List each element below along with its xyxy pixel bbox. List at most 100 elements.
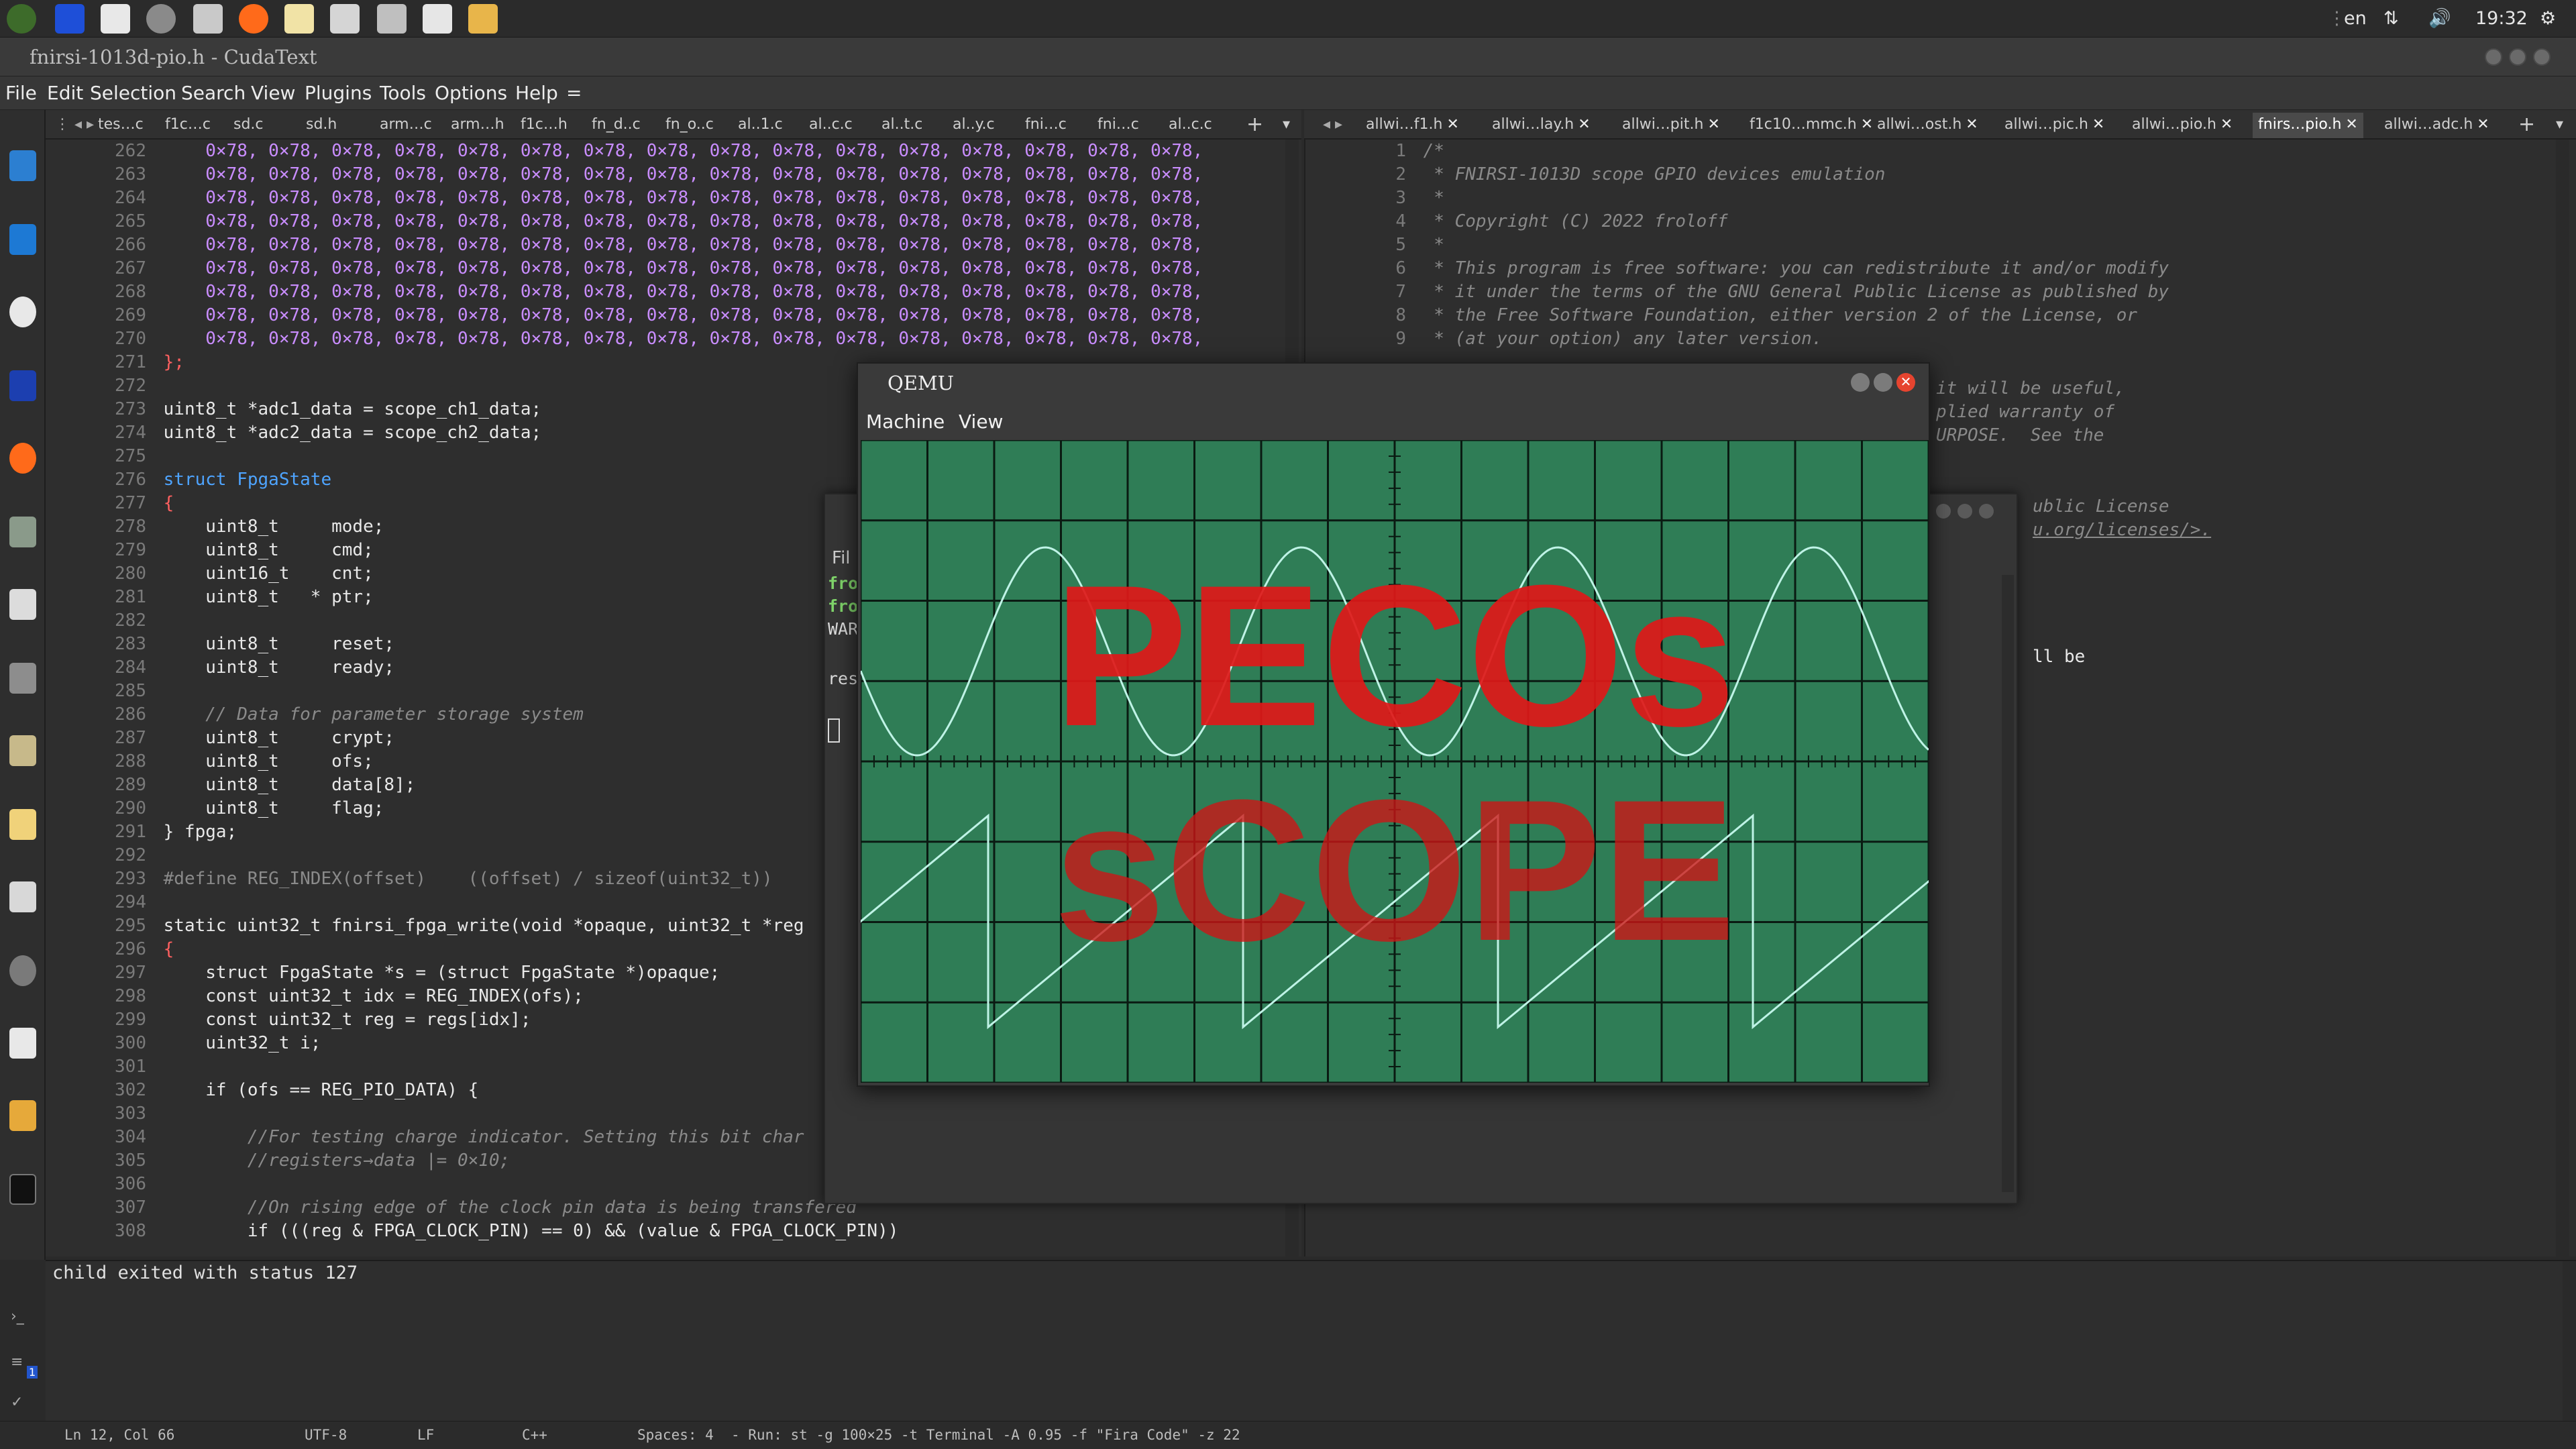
- close-button[interactable]: [1979, 504, 1994, 519]
- close-icon[interactable]: ✕: [1578, 116, 1590, 133]
- firefox-icon[interactable]: [5, 433, 40, 487]
- help-icon[interactable]: [5, 946, 40, 1000]
- tab-menu-icon[interactable]: ⋮ ◂ ▸: [50, 113, 99, 138]
- status-eol[interactable]: LF: [417, 1427, 434, 1443]
- archive-icon[interactable]: [468, 4, 498, 34]
- code-line[interactable]: 306: [46, 1173, 164, 1196]
- chevron-down-icon[interactable]: ▾: [1277, 113, 1295, 138]
- bg-scrollbar[interactable]: [2002, 575, 2014, 1192]
- panel-scrollbar[interactable]: [2563, 1261, 2576, 1426]
- menu-file[interactable]: File: [5, 82, 37, 104]
- code-line[interactable]: 7 * it under the terms of the GNU Genera…: [1305, 280, 2169, 304]
- code-line[interactable]: 308 if (((reg & FPGA_CLOCK_PIN) == 0) &&…: [46, 1220, 898, 1243]
- code-line[interactable]: 279 uint8_t cmd;: [46, 539, 374, 562]
- pdf-icon[interactable]: [101, 4, 130, 34]
- output-panel[interactable]: child exited with status 127: [46, 1260, 2576, 1426]
- code-line[interactable]: 288 uint8_t ofs;: [46, 750, 374, 773]
- minimize-button[interactable]: [1936, 504, 1951, 519]
- calendar-icon[interactable]: [55, 4, 85, 34]
- code-line[interactable]: 4 * Copyright (C) 2022 froloff: [1305, 210, 1727, 233]
- menu-help[interactable]: Help: [515, 82, 558, 104]
- pdf-icon[interactable]: [5, 1018, 40, 1072]
- tab-left[interactable]: arm…h: [445, 113, 510, 138]
- close-icon[interactable]: ✕: [2092, 116, 2104, 133]
- menu-edit[interactable]: Edit: [47, 82, 83, 104]
- code-line[interactable]: 296 {: [46, 938, 174, 961]
- calculator-icon[interactable]: [5, 653, 40, 707]
- code-line[interactable]: 272: [46, 374, 164, 398]
- menu-tools[interactable]: Tools: [380, 82, 426, 104]
- clock-icon[interactable]: [5, 287, 40, 341]
- tab-left[interactable]: al..t.c: [876, 113, 928, 138]
- code-line[interactable]: 268 0×78, 0×78, 0×78, 0×78, 0×78, 0×78, …: [46, 280, 1203, 304]
- menu-selection[interactable]: Selection: [90, 82, 176, 104]
- firefox-icon[interactable]: [239, 4, 268, 34]
- tab-left[interactable]: fni…c: [1020, 113, 1072, 138]
- code-line[interactable]: 304 //For testing charge indicator. Sett…: [46, 1126, 804, 1149]
- code-line[interactable]: 282: [46, 609, 164, 633]
- text-editor-icon[interactable]: [5, 580, 40, 633]
- code-line[interactable]: 301: [46, 1055, 164, 1079]
- tab-right[interactable]: allwi…lay.h ✕: [1487, 113, 1596, 138]
- code-line[interactable]: 263 0×78, 0×78, 0×78, 0×78, 0×78, 0×78, …: [46, 163, 1203, 186]
- tab-left[interactable]: al..y.c: [947, 113, 1000, 138]
- tab-left[interactable]: f1c…h: [515, 113, 573, 138]
- code-line[interactable]: 290 uint8_t flag;: [46, 797, 384, 820]
- code-line[interactable]: 303: [46, 1102, 164, 1126]
- tab-right[interactable]: f1c10…mmc.h ✕: [1744, 113, 1878, 138]
- tab-left[interactable]: fni…c: [1092, 113, 1144, 138]
- check-icon[interactable]: ✓: [11, 1394, 23, 1411]
- file-manager-icon[interactable]: [5, 361, 40, 415]
- terminal-blue-icon[interactable]: [5, 215, 40, 268]
- code-line[interactable]: 292: [46, 844, 164, 867]
- menu-hamburger[interactable]: =: [566, 82, 582, 104]
- status-encoding[interactable]: UTF-8: [305, 1427, 347, 1443]
- code-line[interactable]: 264 0×78, 0×78, 0×78, 0×78, 0×78, 0×78, …: [46, 186, 1203, 210]
- clock[interactable]: 19:32: [2475, 0, 2528, 38]
- close-icon[interactable]: ✕: [1447, 116, 1459, 133]
- minimize-button[interactable]: [2485, 48, 2502, 66]
- tab-left[interactable]: fn_d..c: [586, 113, 646, 138]
- clipboard-icon[interactable]: [5, 1091, 40, 1144]
- system-tools-icon[interactable]: [5, 507, 40, 561]
- close-icon[interactable]: ✕: [1707, 116, 1719, 133]
- language-indicator[interactable]: en: [2344, 0, 2367, 38]
- new-tab-button[interactable]: +: [1241, 113, 1269, 138]
- code-line[interactable]: 5 *: [1305, 233, 1444, 257]
- tab-left[interactable]: sd.c: [228, 113, 269, 138]
- code-line[interactable]: 278 uint8_t mode;: [46, 515, 384, 539]
- menu-view[interactable]: View: [959, 411, 1003, 433]
- tab-left[interactable]: al..1.c: [733, 113, 788, 138]
- code-line[interactable]: 262 0×78, 0×78, 0×78, 0×78, 0×78, 0×78, …: [46, 140, 1203, 163]
- minimize-button[interactable]: [1851, 373, 1870, 392]
- code-line[interactable]: 302 if (ofs == REG_PIO_DATA) {: [46, 1079, 478, 1102]
- code-line[interactable]: 283 uint8_t reset;: [46, 633, 394, 656]
- code-line[interactable]: 295 static uint32_t fnirsi_fpga_write(vo…: [46, 914, 804, 938]
- menu-plugins[interactable]: Plugins: [305, 82, 372, 104]
- code-line[interactable]: 277 {: [46, 492, 174, 515]
- tab-left[interactable]: sd.h: [301, 113, 342, 138]
- volume-icon[interactable]: 🔊: [2428, 0, 2451, 38]
- code-line[interactable]: 287 uint8_t crypt;: [46, 727, 394, 750]
- code-line[interactable]: 284 uint8_t ready;: [46, 656, 394, 680]
- tab-left[interactable]: fn_o..c: [660, 113, 719, 138]
- code-line[interactable]: 298 const uint32_t idx = REG_INDEX(ofs);: [46, 985, 584, 1008]
- code-line[interactable]: 286 // Data for parameter storage system: [46, 703, 584, 727]
- code-line[interactable]: 265 0×78, 0×78, 0×78, 0×78, 0×78, 0×78, …: [46, 210, 1203, 233]
- menu-options[interactable]: Options: [435, 82, 507, 104]
- code-line[interactable]: 280 uint16_t cnt;: [46, 562, 374, 586]
- code-line[interactable]: 267 0×78, 0×78, 0×78, 0×78, 0×78, 0×78, …: [46, 257, 1203, 280]
- drive-icon[interactable]: [5, 872, 40, 926]
- tab-right[interactable]: allwi…pio.h ✕: [2127, 113, 2238, 138]
- code-line[interactable]: 275: [46, 445, 164, 468]
- settings-icon[interactable]: [146, 4, 176, 34]
- code-line[interactable]: 273 uint8_t *adc1_data = scope_ch1_data;: [46, 398, 541, 421]
- tab-left[interactable]: arm…c: [374, 113, 437, 138]
- tab-left[interactable]: f1c…c: [160, 113, 216, 138]
- code-line[interactable]: 9 * (at your option) any later version.: [1305, 327, 1822, 351]
- terminal-icon[interactable]: [5, 1165, 40, 1218]
- code-line[interactable]: 293 #define REG_INDEX(offset) ((offset) …: [46, 867, 773, 891]
- maximize-button[interactable]: [1957, 504, 1972, 519]
- close-button[interactable]: ✕: [1896, 373, 1915, 392]
- close-icon[interactable]: ✕: [2220, 116, 2233, 133]
